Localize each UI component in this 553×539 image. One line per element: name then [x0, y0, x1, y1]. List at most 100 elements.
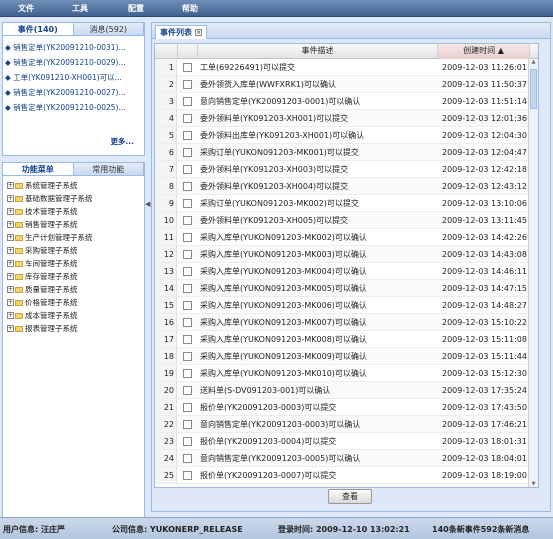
- scroll-down-icon[interactable]: ▼: [529, 481, 538, 487]
- scroll-up-icon[interactable]: ▲: [529, 59, 538, 67]
- event-description[interactable]: 工单(69226491)可以提交: [200, 59, 435, 76]
- event-description[interactable]: 报价单(YK20091203-0003)可以提交: [200, 399, 435, 416]
- table-row[interactable]: 4 委外领料单(YK091203-XH001)可以提交 2009-12-03 12:…: [155, 110, 538, 127]
- row-checkbox[interactable]: [183, 267, 192, 276]
- table-row[interactable]: 19 采购入库单(YUKON091203-MK010)可以确认 2009-12-03…: [155, 365, 538, 382]
- list-item[interactable]: ◆ 销售定单(YK20091210-0031)...: [5, 42, 142, 53]
- event-description[interactable]: 意向销售定单(YK20091203-0003)可以确认: [200, 416, 435, 433]
- table-row[interactable]: 14 采购入库单(YUKON091203-MK005)可以确认 2009-12-03…: [155, 280, 538, 297]
- tree-item-quality[interactable]: + 质量管理子系统: [7, 284, 78, 295]
- table-row[interactable]: 21 报价单(YK20091203-0003)可以提交 2009-12-03 17:…: [155, 399, 538, 416]
- header-created-time[interactable]: 创建时间 ▲: [438, 44, 530, 59]
- table-row[interactable]: 8 委外领料单(YK091203-XH004)可以提交 2009-12-03 12:…: [155, 178, 538, 195]
- event-description[interactable]: 送料单(S-DV091203-001)可以确认: [200, 382, 435, 399]
- expand-icon[interactable]: +: [7, 286, 14, 293]
- collapse-arrow-icon[interactable]: ◀: [145, 200, 150, 208]
- row-checkbox[interactable]: [183, 131, 192, 140]
- table-row[interactable]: 13 采购入库单(YUKON091203-MK004)可以确认 2009-12-03…: [155, 263, 538, 280]
- event-description[interactable]: 委外领料单(YK091203-XH001)可以提交: [200, 110, 435, 127]
- menu-tools[interactable]: 工具: [72, 3, 88, 14]
- row-checkbox[interactable]: [183, 165, 192, 174]
- table-row[interactable]: 3 意向销售定单(YK20091203-0001)可以确认 2009-12-03 1…: [155, 93, 538, 110]
- menu-help[interactable]: 帮助: [182, 3, 198, 14]
- event-description[interactable]: 报价单(YK20091203-0004)可以提交: [200, 433, 435, 450]
- event-description[interactable]: 采购入库单(YUKON091203-MK010)可以确认: [200, 365, 435, 382]
- event-description[interactable]: 委外领料出库单(YK091203-XH001)可以确认: [200, 127, 435, 144]
- expand-icon[interactable]: +: [7, 221, 14, 228]
- more-link[interactable]: 更多...: [110, 136, 134, 147]
- tab-common-functions[interactable]: 常用功能: [73, 163, 144, 175]
- menu-file[interactable]: 文件: [18, 3, 34, 14]
- row-checkbox[interactable]: [183, 471, 192, 480]
- row-checkbox[interactable]: [183, 97, 192, 106]
- table-row[interactable]: 5 委外领料出库单(YK091203-XH001)可以确认 2009-12-03 1…: [155, 127, 538, 144]
- table-row[interactable]: 9 采购订单(YUKON091203-MK002)可以提交 2009-12-03 1…: [155, 195, 538, 212]
- event-description[interactable]: 委外领货入库单(WWFXRK1)可以确认: [200, 76, 435, 93]
- expand-icon[interactable]: +: [7, 273, 14, 280]
- row-checkbox[interactable]: [183, 80, 192, 89]
- expand-icon[interactable]: +: [7, 312, 14, 319]
- expand-icon[interactable]: +: [7, 208, 14, 215]
- row-checkbox[interactable]: [183, 301, 192, 310]
- row-checkbox[interactable]: [183, 454, 192, 463]
- row-checkbox[interactable]: [183, 403, 192, 412]
- event-description[interactable]: 采购入库单(YUKON091203-MK003)可以确认: [200, 246, 435, 263]
- table-row[interactable]: 10 委外领料单(YK091203-XH005)可以提交 2009-12-03 13…: [155, 212, 538, 229]
- expand-icon[interactable]: +: [7, 195, 14, 202]
- tree-item-purchasing[interactable]: + 采购管理子系统: [7, 245, 78, 256]
- table-row[interactable]: 11 采购入库单(YUKON091203-MK002)可以确认 2009-12-03…: [155, 229, 538, 246]
- row-checkbox[interactable]: [183, 352, 192, 361]
- row-checkbox[interactable]: [183, 335, 192, 344]
- event-description[interactable]: 采购订单(YUKON091203-MK001)可以提交: [200, 144, 435, 161]
- tab-event-list[interactable]: 事件列表 ×: [155, 25, 207, 39]
- tree-item-basic-data[interactable]: + 基础数据管理子系统: [7, 193, 93, 204]
- tab-function-menu[interactable]: 功能菜单: [3, 163, 74, 175]
- expand-icon[interactable]: +: [7, 234, 14, 241]
- event-description[interactable]: 意向销售定单(YK20091203-0005)可以确认: [200, 450, 435, 467]
- table-row[interactable]: 23 报价单(YK20091203-0004)可以提交 2009-12-03 18:…: [155, 433, 538, 450]
- event-description[interactable]: 意向销售定单(YK20091203-0001)可以确认: [200, 93, 435, 110]
- row-checkbox[interactable]: [183, 318, 192, 327]
- vertical-scrollbar[interactable]: ▲ ▼: [528, 59, 538, 487]
- tab-events[interactable]: 事件(140): [3, 23, 74, 35]
- event-description[interactable]: 采购入库单(YUKON091203-MK008)可以确认: [200, 331, 435, 348]
- row-checkbox[interactable]: [183, 148, 192, 157]
- event-description[interactable]: 采购入库单(YUKON091203-MK009)可以确认: [200, 348, 435, 365]
- tab-messages[interactable]: 消息(592): [73, 23, 144, 35]
- row-checkbox[interactable]: [183, 250, 192, 259]
- table-row[interactable]: 1 工单(69226491)可以提交 2009-12-03 11:26:01: [155, 59, 538, 76]
- row-checkbox[interactable]: [183, 63, 192, 72]
- list-item[interactable]: ◆ 销售定单(YK20091210-0025)...: [5, 102, 142, 113]
- tree-item-system[interactable]: + 系统管理子系统: [7, 180, 78, 191]
- table-row[interactable]: 18 采购入库单(YUKON091203-MK009)可以确认 2009-12-03…: [155, 348, 538, 365]
- table-row[interactable]: 22 意向销售定单(YK20091203-0003)可以确认 2009-12-03 …: [155, 416, 538, 433]
- list-item[interactable]: ◆ 工单(YK091210-XH001)可以...: [5, 72, 142, 83]
- event-description[interactable]: 采购入库单(YUKON091203-MK006)可以确认: [200, 297, 435, 314]
- event-description[interactable]: 采购入库单(YUKON091203-MK007)可以确认: [200, 314, 435, 331]
- row-checkbox[interactable]: [183, 437, 192, 446]
- header-select[interactable]: [178, 44, 198, 59]
- row-checkbox[interactable]: [183, 199, 192, 208]
- event-description[interactable]: 采购入库单(YUKON091203-MK002)可以确认: [200, 229, 435, 246]
- expand-icon[interactable]: +: [7, 299, 14, 306]
- tree-item-inventory[interactable]: + 库存管理子系统: [7, 271, 78, 282]
- row-checkbox[interactable]: [183, 369, 192, 378]
- table-row[interactable]: 17 采购入库单(YUKON091203-MK008)可以确认 2009-12-03…: [155, 331, 538, 348]
- expand-icon[interactable]: +: [7, 247, 14, 254]
- row-checkbox[interactable]: [183, 233, 192, 242]
- event-description[interactable]: 报价单(YK20091203-0007)可以提交: [200, 467, 435, 484]
- tree-item-cost[interactable]: + 成本管理子系统: [7, 310, 78, 321]
- expand-icon[interactable]: +: [7, 182, 14, 189]
- event-description[interactable]: 采购入库单(YUKON091203-MK005)可以确认: [200, 280, 435, 297]
- event-description[interactable]: 委外领料单(YK091203-XH005)可以提交: [200, 212, 435, 229]
- tree-item-sales[interactable]: + 销售管理子系统: [7, 219, 78, 230]
- event-description[interactable]: 委外领料单(YK091203-XH004)可以提交: [200, 178, 435, 195]
- table-row[interactable]: 7 委外领料单(YK091203-XH003)可以提交 2009-12-03 12:…: [155, 161, 538, 178]
- tree-item-report[interactable]: + 报表管理子系统: [7, 323, 78, 334]
- list-item[interactable]: ◆ 销售定单(YK20091210-0029)...: [5, 57, 142, 68]
- list-item[interactable]: ◆ 销售定单(YK20091210-0027)...: [5, 87, 142, 98]
- tree-item-production-plan[interactable]: + 生产计划管理子系统: [7, 232, 93, 243]
- event-description[interactable]: 采购入库单(YUKON091203-MK004)可以确认: [200, 263, 435, 280]
- row-checkbox[interactable]: [183, 284, 192, 293]
- close-icon[interactable]: ×: [195, 29, 202, 36]
